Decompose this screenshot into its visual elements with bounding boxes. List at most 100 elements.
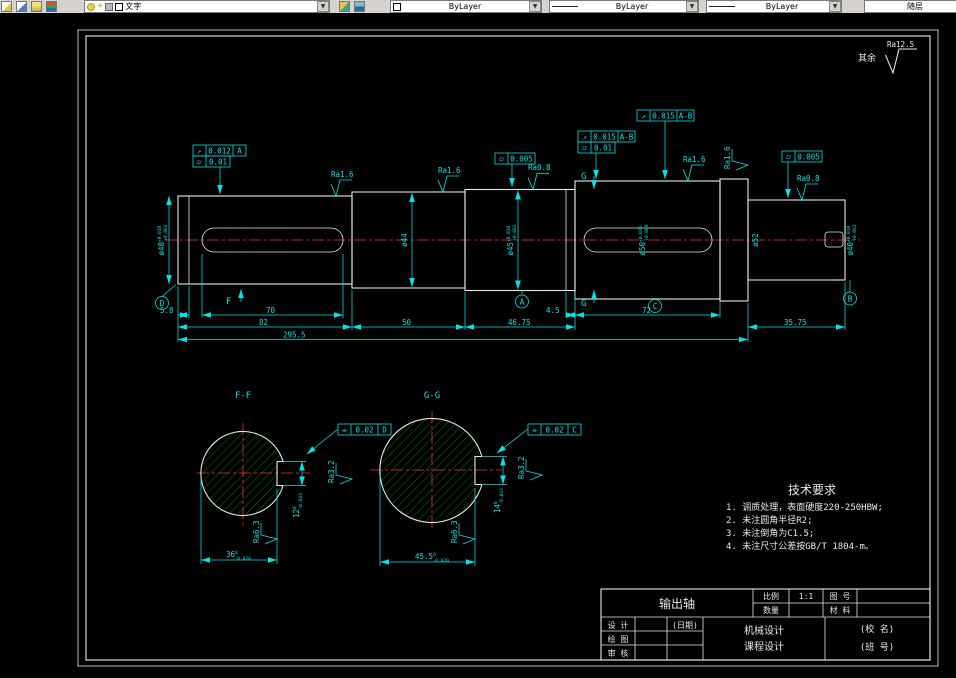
- dia-52: ø52: [751, 233, 760, 247]
- linetype-sample: [552, 6, 578, 7]
- part-name: 输出轴: [659, 596, 695, 611]
- layer-lock-icon[interactable]: [105, 2, 114, 11]
- gdt-datum: D: [382, 426, 387, 435]
- roughness-value: Ra3.2: [327, 460, 336, 483]
- general-roughness-note: 其余 Ra12.5: [858, 40, 918, 74]
- dim-72: 72: [642, 306, 651, 315]
- technical-requirements: 技术要求 1. 调质处理，表面硬度220-250HBW; 2. 未注圆角半径R2…: [726, 483, 883, 552]
- lineweight-dropdown-arrow-icon[interactable]: ▼: [829, 1, 841, 12]
- plot-style-control-select[interactable]: 随层 ▼: [864, 0, 956, 13]
- tech-req-line: 4. 未注尺寸公差按GB/T 1804-m。: [726, 540, 874, 552]
- color-value: ByLayer: [448, 2, 482, 11]
- linetype-value: ByLayer: [615, 2, 649, 11]
- linetype-control-select[interactable]: ByLayer ▼: [549, 0, 699, 13]
- dim-35-75: 35.75: [784, 318, 807, 327]
- layers-properties-toolbar: ☀ 文字 ▼ ByLayer ▼ ByLayer ▼ ByLayer ▼ 随层 …: [0, 0, 956, 14]
- new-layer-button[interactable]: [15, 1, 28, 12]
- scale-label: 比例: [763, 591, 779, 601]
- make-layer-current-icon: [339, 1, 350, 12]
- datum-letter: B: [848, 295, 853, 304]
- designer-label: 设 计: [608, 620, 629, 630]
- dim-295-5: 295.5: [283, 331, 306, 340]
- dia-44: ø44: [400, 233, 409, 247]
- dim-70: 70: [266, 306, 276, 315]
- shaft-cross-section-gg: [379, 417, 483, 524]
- surface-finish-rotated: Ra6.3: [450, 520, 476, 545]
- gdt-value: 0.02: [545, 426, 563, 435]
- gdt-datum: A-B: [679, 112, 693, 121]
- school-placeholder: (校 名): [860, 623, 894, 635]
- section-view-gg: G-G 45.50 -0.020 140-0.043: [379, 391, 507, 566]
- length-dimensions: 5.8 70 4.5 72 82 50 46.75 35.75 295.5: [160, 254, 846, 343]
- gdt-symmetry-icon: ⌯: [532, 426, 539, 435]
- diameter-labels: ø40+0.018+0.002 ø44 ø45+0.018+0.002 ø50+…: [157, 190, 858, 290]
- color-control-select[interactable]: ByLayer ▼: [390, 0, 542, 13]
- roughness-value: Ra0.8: [528, 163, 551, 172]
- roughness-value: Ra0.8: [797, 174, 820, 183]
- new-layer-icon: [16, 1, 27, 12]
- surface-finish-icon: [682, 164, 705, 182]
- gdt-cylindricity-icon: ⌭: [196, 158, 202, 167]
- plot-style-value: 随层: [907, 2, 923, 11]
- gdt-datum: A-B: [620, 133, 634, 142]
- layer-dropdown-arrow-icon[interactable]: ▼: [317, 1, 329, 12]
- surface-finish-rotated: Ra3.2: [327, 460, 353, 485]
- surface-finish-icon: [796, 183, 819, 201]
- dim-4-5: 4.5: [546, 306, 560, 315]
- dim-82: 82: [259, 318, 268, 327]
- surface-finish-icon: [527, 173, 550, 190]
- dim-keyway-14: 140-0.043: [493, 488, 505, 513]
- layer-select[interactable]: ☀ 文字 ▼: [84, 0, 330, 13]
- datum-symbols: D A C B: [155, 280, 857, 313]
- dim-46-75: 46.75: [508, 318, 531, 327]
- datum-letter: A: [520, 298, 525, 307]
- layers-icon: [46, 1, 57, 12]
- surface-finish-icon: [437, 175, 460, 193]
- make-object-layer-current-button[interactable]: [338, 1, 351, 12]
- lineweight-value: ByLayer: [765, 2, 799, 11]
- gdt-value: 0.005: [797, 153, 820, 162]
- gdt-cylindricity-icon: ⌭: [499, 155, 505, 164]
- date-label: (日期): [672, 621, 698, 630]
- tech-req-line: 2. 未注圆角半径R2;: [726, 514, 813, 526]
- layer-stack-button[interactable]: [45, 1, 58, 12]
- layer-states-button[interactable]: [30, 1, 43, 12]
- gdt-runout-icon: ↗: [197, 147, 202, 156]
- gdt-value: 0.02: [355, 426, 373, 435]
- roughness-value: Ra1.6: [438, 166, 461, 175]
- layer-on-bulb-icon[interactable]: [87, 2, 95, 11]
- linetype-dropdown-arrow-icon[interactable]: ▼: [686, 1, 698, 12]
- checker-label: 审 核: [608, 648, 629, 658]
- keyway-slot-end: [824, 231, 844, 248]
- color-dropdown-arrow-icon[interactable]: ▼: [529, 1, 541, 12]
- drafter-label: 绘 图: [608, 634, 629, 644]
- surplus-label: 其余: [858, 52, 876, 64]
- layer-previous-button[interactable]: [353, 1, 366, 12]
- gdt-value: 0.012: [208, 147, 231, 156]
- cad-application-window: ☀ 文字 ▼ ByLayer ▼ ByLayer ▼ ByLayer ▼ 随层 …: [0, 0, 956, 678]
- gdt-runout-icon: ↗: [582, 133, 587, 142]
- layer-properties-manager-button[interactable]: [0, 1, 13, 12]
- title-block: 输出轴 比例 1:1 图 号 数量 材 料 设 计 (日期) 绘 图 审 核 机…: [600, 588, 931, 661]
- gdt-datum: C: [572, 426, 577, 435]
- surface-finish-rotated: Ra3.2: [517, 456, 543, 481]
- layer-color-chip: [115, 2, 124, 11]
- roughness-value: Ra3.2: [517, 456, 526, 479]
- quantity-label: 数量: [763, 605, 779, 615]
- shaft-cross-section-ff: [200, 430, 284, 517]
- shaft-drawing: 其余 Ra12.5 ↗ 0.012 A ⌭ 0.01 ⌭ 0.005 ↗ 0.0…: [77, 29, 939, 667]
- layer-states-icon: [31, 1, 42, 12]
- gdt-runout-icon: ↗: [641, 112, 646, 121]
- layer-freeze-sun-icon[interactable]: ☀: [97, 3, 103, 10]
- class-placeholder: (班 号): [860, 641, 894, 653]
- surface-finish-rotated: Ra1.6: [723, 146, 749, 171]
- color-swatch: [393, 2, 401, 11]
- gdt-datum: A: [237, 147, 242, 156]
- material-label: 材 料: [830, 605, 851, 615]
- lineweight-control-select[interactable]: ByLayer ▼: [706, 0, 842, 13]
- dim-5-8: 5.8: [160, 306, 174, 315]
- cut-letter-g-bottom: G: [581, 299, 586, 309]
- dim-keyway-12: 120-0.043: [292, 493, 304, 518]
- model-space-canvas[interactable]: 其余 Ra12.5 ↗ 0.012 A ⌭ 0.01 ⌭ 0.005 ↗ 0.0…: [0, 13, 956, 678]
- gdt-value: 0.01: [594, 144, 612, 153]
